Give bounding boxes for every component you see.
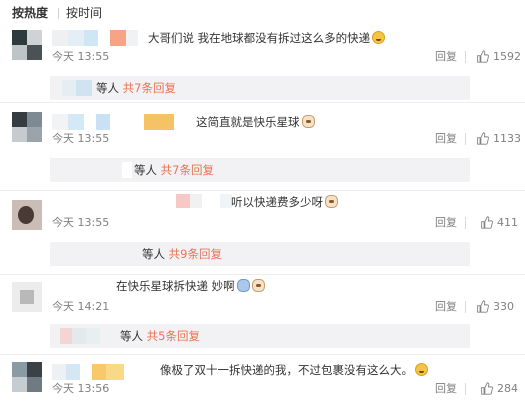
thumbs-up-icon[interactable] (476, 132, 489, 145)
comment-item: 听以快递费多少呀 今天 13:55 回复 411 等人 共9条回复 (0, 192, 525, 272)
username-redacted[interactable] (52, 364, 124, 380)
sort-by-hot-tab[interactable]: 按热度 (12, 5, 48, 21)
comment-time: 今天 13:55 (52, 132, 110, 145)
comment-text: 像极了双十一拆快递的我，不过包裹没有这么大。 (160, 362, 428, 378)
like-count: 284 (497, 382, 518, 395)
reply-button[interactable]: 回复 (435, 50, 457, 64)
view-replies-link[interactable]: 共7条回复 (123, 81, 176, 95)
avatar[interactable] (12, 362, 42, 392)
avatar[interactable] (12, 112, 42, 142)
reply-button[interactable]: 回复 (435, 382, 457, 396)
comment-text: 大哥们说 我在地球都没有拆过这么多的快递 (148, 30, 386, 46)
laughing-face-icon (415, 363, 428, 376)
comment-time: 今天 13:55 (52, 216, 110, 229)
sort-bar: 按热度 按时间 (0, 0, 525, 26)
action-divider (465, 133, 466, 145)
action-divider (465, 217, 466, 229)
avatar[interactable] (12, 282, 42, 312)
divider (0, 274, 525, 275)
sort-by-time-tab[interactable]: 按时间 (66, 5, 102, 21)
sub-reply-summary: 等人 共9条回复 (142, 247, 222, 261)
action-divider (465, 383, 466, 395)
comment-text: 听以快递费多少呀 (231, 194, 338, 210)
pet-face-icon (251, 279, 265, 292)
sub-reply-users-redacted (122, 162, 132, 178)
comment-time: 今天 13:56 (52, 382, 110, 395)
view-replies-link[interactable]: 共5条回复 (147, 329, 200, 343)
comment-text: 在快乐星球拆快递 妙啊 (116, 278, 265, 294)
comment-time: 今天 13:55 (52, 50, 110, 63)
thumbs-up-icon[interactable] (476, 300, 489, 313)
action-divider (465, 301, 466, 313)
sub-reply-summary: 等人 共5条回复 (120, 329, 200, 343)
sub-reply-users-redacted (62, 80, 92, 96)
view-replies-link[interactable]: 共9条回复 (169, 247, 222, 261)
comment-item: 像极了双十一拆快递的我，不过包裹没有这么大。 今天 13:56 回复 284 (0, 356, 525, 414)
like-count: 411 (497, 216, 518, 229)
username-redacted[interactable] (52, 30, 138, 46)
comment-text: 这简直就是快乐星球 (196, 114, 315, 130)
avatar[interactable] (12, 30, 42, 60)
divider (0, 354, 525, 355)
avatar[interactable] (12, 200, 42, 230)
comment-item: 大哥们说 我在地球都没有拆过这么多的快递 今天 13:55 回复 1592 等人… (0, 26, 525, 100)
sub-reply-users-redacted (60, 328, 100, 344)
sub-reply-summary: 等人 共7条回复 (96, 81, 176, 95)
blue-face-icon (236, 279, 250, 292)
reply-button[interactable]: 回复 (435, 300, 457, 314)
sub-reply-box[interactable]: 等人 共5条回复 (50, 324, 470, 348)
username-redacted[interactable] (52, 114, 174, 130)
comment-item: 在快乐星球拆快递 妙啊 今天 14:21 回复 330 等人 共5条回复 (0, 276, 525, 352)
comment-item: 这简直就是快乐星球 今天 13:55 回复 1133 等人 共7条回复 (0, 108, 525, 188)
username-redacted[interactable] (176, 194, 232, 208)
divider (0, 190, 525, 191)
sub-reply-box[interactable]: 等人 共9条回复 (50, 242, 470, 266)
thumbs-up-icon[interactable] (480, 382, 493, 395)
like-count: 1133 (493, 132, 521, 145)
view-replies-link[interactable]: 共7条回复 (161, 163, 214, 177)
pet-face-icon (325, 195, 338, 208)
sub-reply-box[interactable]: 等人 共7条回复 (50, 158, 470, 182)
like-count: 1592 (493, 50, 521, 63)
reply-button[interactable]: 回复 (435, 132, 457, 146)
thumbs-up-icon[interactable] (480, 216, 493, 229)
sub-reply-summary: 等人 共7条回复 (134, 163, 214, 177)
comment-time: 今天 14:21 (52, 300, 110, 313)
reply-button[interactable]: 回复 (435, 216, 457, 230)
pet-face-icon (301, 115, 315, 128)
action-divider (465, 51, 466, 63)
like-count: 330 (493, 300, 514, 313)
sub-reply-box[interactable]: 等人 共7条回复 (50, 76, 470, 100)
divider (0, 102, 525, 103)
laughing-face-icon (372, 31, 386, 44)
sort-divider (58, 8, 59, 19)
thumbs-up-icon[interactable] (476, 50, 489, 63)
